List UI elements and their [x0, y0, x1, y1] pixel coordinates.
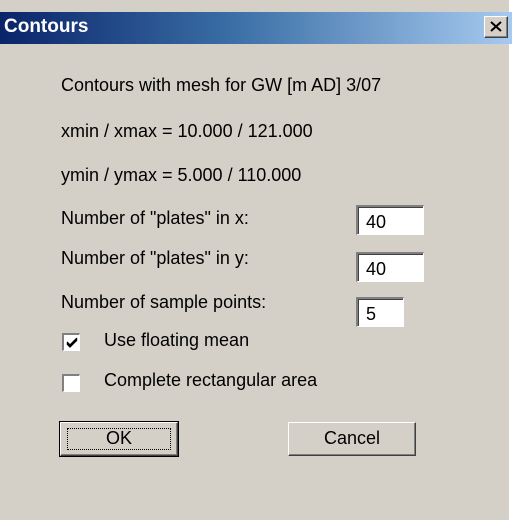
focus-rect	[67, 428, 171, 450]
x-range-text: xmin / xmax = 10.000 / 121.000	[61, 121, 313, 141]
plates-y-input[interactable]	[356, 252, 424, 282]
complete-rect-checkbox[interactable]	[62, 374, 80, 392]
close-button[interactable]	[484, 16, 508, 38]
sample-points-input[interactable]	[356, 297, 404, 327]
ok-button[interactable]: OK	[59, 421, 179, 457]
floating-mean-label[interactable]: Use floating mean	[104, 330, 249, 351]
cancel-button[interactable]: Cancel	[288, 422, 416, 456]
plates-y-label: Number of "plates" in y:	[61, 248, 249, 268]
checkmark-icon	[66, 337, 78, 348]
plates-x-label: Number of "plates" in x:	[61, 208, 249, 228]
sample-points-label: Number of sample points:	[61, 292, 267, 312]
close-icon	[490, 21, 502, 32]
cancel-button-label: Cancel	[323, 428, 381, 448]
contours-dialog: Contours Contours with mesh for GW [m AD…	[0, 0, 512, 520]
complete-rect-label[interactable]: Complete rectangular area	[104, 370, 317, 391]
y-range-text: ymin / ymax = 5.000 / 110.000	[61, 165, 302, 185]
contours-heading: Contours with mesh for GW [m AD] 3/07	[61, 75, 382, 95]
title-bar[interactable]: Contours	[0, 12, 512, 44]
floating-mean-checkbox[interactable]	[62, 333, 80, 351]
dialog-title: Contours	[4, 16, 89, 37]
plates-x-input[interactable]	[356, 205, 424, 235]
